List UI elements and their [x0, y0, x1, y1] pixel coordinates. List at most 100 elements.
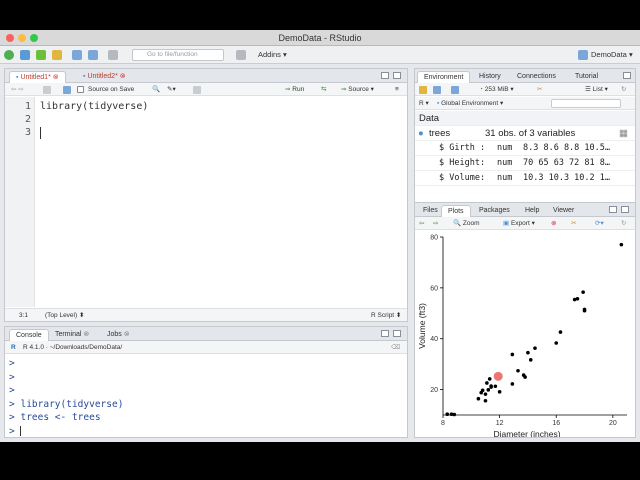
remove-plot-icon[interactable]: ⊗: [551, 217, 556, 230]
console-input[interactable]: >: [9, 425, 407, 438]
close-window-button[interactable]: [6, 34, 14, 42]
console-header: R R 4.1.0 · ~/Downloads/DemoData/ ⌫: [5, 341, 407, 354]
title-bar: DemoData - RStudio: [0, 30, 640, 46]
expand-icon[interactable]: ●: [418, 126, 424, 141]
memory-usage[interactable]: ◔ 253 MiB ▾: [479, 83, 514, 96]
environment-search-input[interactable]: [551, 99, 621, 108]
import-dataset-icon[interactable]: [451, 86, 459, 94]
refresh-icon[interactable]: ↻: [621, 83, 626, 96]
refresh-plot-icon[interactable]: ↻: [621, 217, 626, 230]
tab-untitled2[interactable]: ▪ Untitled2* ⊗: [77, 71, 132, 83]
language-menu[interactable]: R ▾: [419, 97, 429, 110]
code-line: library(tidyverse): [40, 101, 149, 112]
goto-file-input[interactable]: Go to file/function: [132, 49, 224, 61]
variable-row: $ Girth : num 8.3 8.6 8.8 10.5…: [415, 141, 635, 156]
print-icon[interactable]: [108, 50, 118, 60]
outline-icon[interactable]: [193, 86, 201, 94]
tab-history[interactable]: History: [473, 71, 507, 83]
tab-packages[interactable]: Packages: [473, 205, 516, 217]
code-area[interactable]: 1 2 3 library(tidyverse): [5, 97, 407, 307]
tab-plots[interactable]: Plots: [441, 205, 471, 217]
save-file-icon[interactable]: [63, 86, 71, 94]
view-table-icon[interactable]: ▦: [619, 126, 628, 141]
tab-environment[interactable]: Environment: [417, 71, 471, 83]
view-mode-menu[interactable]: ☰ List ▾: [585, 83, 608, 96]
tab-files[interactable]: Files: [417, 205, 444, 217]
next-plot-icon[interactable]: ⇨: [433, 217, 438, 230]
code-tools-icon[interactable]: ✎▾: [167, 83, 176, 96]
console-output[interactable]: > > > > library(tidyverse) > trees <- tr…: [9, 357, 407, 437]
tab-tutorial[interactable]: Tutorial: [569, 71, 604, 83]
back-arrow-icon[interactable]: ⇦ ⇨: [11, 83, 24, 96]
environment-scope-menu[interactable]: ▪ Global Environment ▾: [437, 97, 503, 110]
tab-untitled1[interactable]: ▪ Untitled1* ⊗: [9, 71, 66, 83]
save-icon[interactable]: [72, 50, 82, 60]
minimize-pane-icon[interactable]: [381, 72, 389, 79]
scatter-plot: 8 12 16 20 20 40 60 80 Diameter (inches) Volume (…: [417, 235, 627, 437]
maximize-pane-icon[interactable]: [623, 72, 631, 79]
data-point: [510, 352, 515, 357]
tab-connections[interactable]: Connections: [511, 71, 562, 83]
tab-jobs[interactable]: Jobs ⊗: [101, 329, 136, 341]
data-point: [619, 242, 624, 247]
new-file-icon[interactable]: [4, 50, 14, 60]
broom-icon[interactable]: ✂: [537, 83, 542, 96]
object-row-trees[interactable]: ● trees 31 obs. of 3 variables ▦: [415, 126, 635, 141]
rerun-icon[interactable]: ⇆: [321, 83, 326, 96]
publish-icon[interactable]: ⟳▾: [595, 217, 604, 230]
plot-canvas[interactable]: 8 12 16 20 20 40 60 80 Diameter (inches) Volume (…: [415, 233, 635, 437]
console-prompt: >: [9, 371, 15, 383]
editor-menu-icon[interactable]: ≡: [395, 83, 399, 96]
run-button[interactable]: ⇒ Run: [285, 83, 304, 96]
tab-help[interactable]: Help: [519, 205, 545, 217]
maximize-pane-icon[interactable]: [621, 206, 629, 213]
zoom-button[interactable]: 🔍 Zoom: [453, 217, 480, 230]
minimize-pane-icon[interactable]: [381, 330, 389, 337]
source-editor-pane: ▪ Untitled1* ⊗ ▪ Untitled2* ⊗ ⇦ ⇨ Source…: [4, 68, 408, 322]
minimize-pane-icon[interactable]: [609, 206, 617, 213]
environment-scope-bar: R ▾ ▪ Global Environment ▾: [415, 97, 635, 110]
console-prompt: >: [9, 358, 15, 369]
show-in-window-icon[interactable]: [43, 86, 51, 94]
source-on-save-checkbox[interactable]: [77, 86, 84, 93]
close-tab-icon[interactable]: ⊗: [120, 73, 126, 80]
export-menu[interactable]: ▣ Export ▾: [503, 217, 535, 230]
scope-menu[interactable]: (Top Level) ⬍: [45, 309, 84, 321]
data-point: [483, 398, 488, 403]
addins-menu[interactable]: Addins ▾: [258, 50, 287, 59]
clear-console-icon[interactable]: ⌫: [391, 341, 400, 354]
line-number: 3: [24, 127, 31, 138]
plots-tabbar: Files Plots Packages Help Viewer: [415, 203, 635, 217]
grid-layout-icon[interactable]: [236, 50, 246, 60]
data-point: [582, 308, 587, 313]
data-point: [558, 330, 563, 334]
project-menu[interactable]: DemoData ▾: [591, 50, 633, 59]
r-file-icon: ▪: [16, 74, 19, 81]
close-tab-icon[interactable]: ⊗: [53, 74, 59, 81]
save-all-icon[interactable]: [88, 50, 98, 60]
source-button[interactable]: ⇒ Source ▾: [341, 83, 374, 96]
zoom-window-button[interactable]: [30, 34, 38, 42]
editor-statusbar: 3:1 (Top Level) ⬍ R Script ⬍: [5, 308, 407, 321]
minimize-window-button[interactable]: [18, 34, 26, 42]
clear-plots-icon[interactable]: ✂: [571, 217, 576, 230]
maximize-pane-icon[interactable]: [393, 72, 401, 79]
tab-console[interactable]: Console: [9, 329, 49, 341]
tab-terminal[interactable]: Terminal ⊗: [49, 329, 95, 341]
data-point: [533, 346, 537, 350]
tab-viewer[interactable]: Viewer: [547, 205, 580, 217]
open-file-icon[interactable]: [52, 50, 62, 60]
data-point: [497, 390, 502, 394]
search-icon[interactable]: 🔍: [152, 83, 160, 96]
load-workspace-icon[interactable]: [419, 86, 427, 94]
plots-pane: Files Plots Packages Help Viewer ⇦ ⇨ 🔍 Z…: [414, 202, 636, 438]
cursor-position: 3:1: [19, 312, 29, 319]
previous-plot-icon[interactable]: ⇦: [419, 217, 424, 230]
new-project-icon[interactable]: [20, 50, 30, 60]
x-tick-label: 20: [609, 420, 617, 427]
open-folder-icon[interactable]: [36, 50, 46, 60]
maximize-pane-icon[interactable]: [393, 330, 401, 337]
data-point: [581, 290, 585, 294]
save-workspace-icon[interactable]: [433, 86, 441, 94]
file-type-menu[interactable]: R Script ⬍: [371, 309, 401, 321]
